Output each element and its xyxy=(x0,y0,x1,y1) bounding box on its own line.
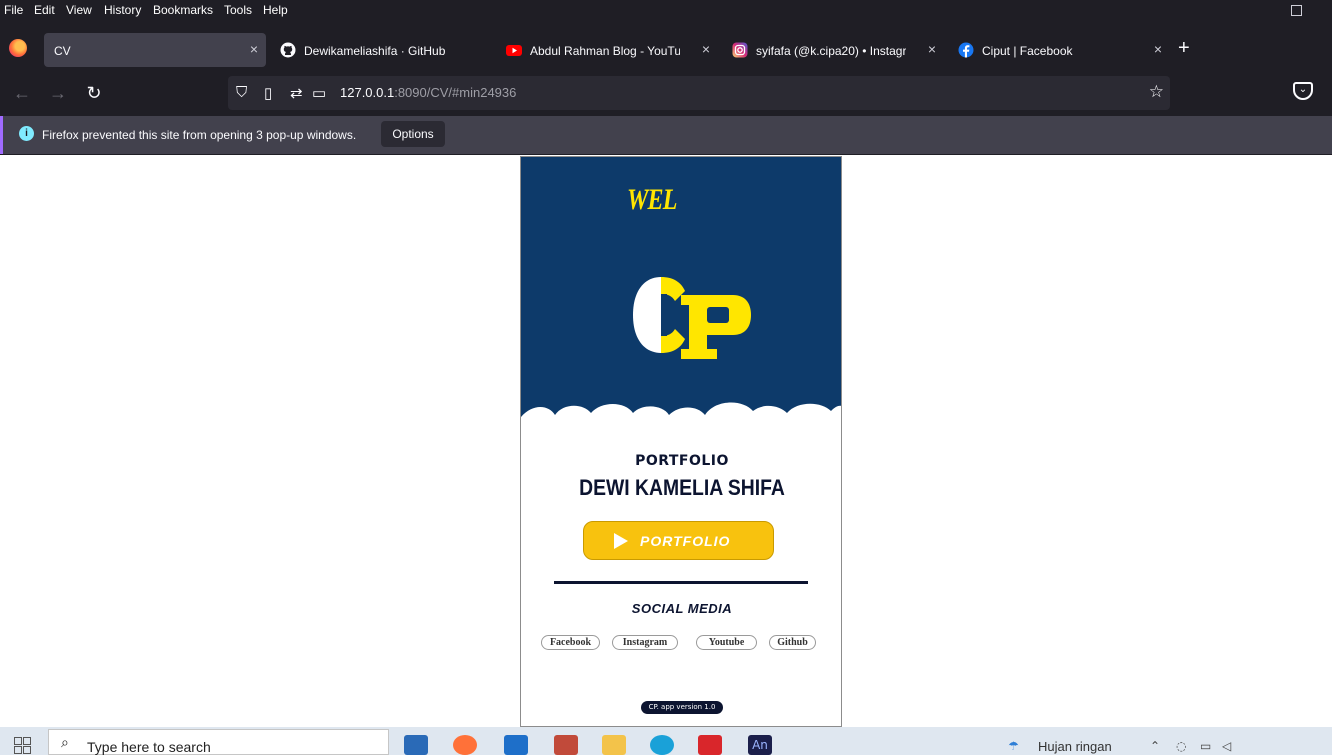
section-divider xyxy=(554,581,808,584)
options-button[interactable]: Options xyxy=(381,121,445,147)
close-icon[interactable]: × xyxy=(250,41,258,57)
weather-text[interactable]: Hujan ringan xyxy=(1038,739,1112,754)
owner-name: DEWI KAMELIA SHIFA xyxy=(579,475,785,500)
menu-history[interactable]: History xyxy=(104,3,141,17)
version-badge: CP. app version 1.0 xyxy=(641,701,723,714)
page-icon[interactable]: ▯ xyxy=(264,84,272,102)
close-icon[interactable]: × xyxy=(1154,41,1162,57)
forward-icon[interactable]: → xyxy=(46,81,70,105)
search-icon: ⌕ xyxy=(61,735,69,751)
menu-view[interactable]: View xyxy=(66,3,92,17)
portfolio-heading: PORTFOLIO xyxy=(635,453,729,469)
menu-bar: File Edit View History Bookmarks Tools H… xyxy=(0,0,1332,22)
tab-github[interactable]: Dewikameliashifa · GitHub xyxy=(270,33,492,67)
network-icon[interactable]: ◌ xyxy=(1176,739,1186,753)
tab-strip: CV × Dewikameliashifa · GitHub Abdul Rah… xyxy=(0,30,1332,70)
tab-instagram[interactable]: syifafa (@k.cipa20) • Instagram × xyxy=(722,33,944,67)
github-icon xyxy=(280,42,296,58)
navigation-bar: ← → ↻ ⛉ ▯ ⇄ ▭ 127.0.0.1:8090/CV/#min2493… xyxy=(0,72,1332,114)
firefox-app-icon[interactable] xyxy=(453,735,477,755)
firefox-logo-icon[interactable] xyxy=(9,39,27,57)
social-media-heading: SOCIAL MEDIA xyxy=(631,601,733,616)
tab-cv[interactable]: CV × xyxy=(44,33,266,67)
restore-window-icon[interactable] xyxy=(1291,5,1302,16)
taskbar: ⌕ Type here to search An ☂ Hujan ringan … xyxy=(0,727,1332,755)
taskbar-search[interactable]: ⌕ Type here to search xyxy=(48,729,389,755)
pocket-icon[interactable]: ⌄ xyxy=(1293,82,1313,100)
edge-app-icon[interactable] xyxy=(650,735,674,755)
popup-blocked-notification: i Firefox prevented this site from openi… xyxy=(0,116,1332,154)
tab-label: Dewikameliashifa · GitHub xyxy=(304,44,446,58)
youtube-link[interactable]: Youtube xyxy=(696,635,757,650)
menu-edit[interactable]: Edit xyxy=(34,3,55,17)
tab-label: CV xyxy=(54,44,71,58)
windows-start-icon[interactable] xyxy=(14,737,32,755)
browser-chrome: File Edit View History Bookmarks Tools H… xyxy=(0,0,1332,155)
file-explorer-icon[interactable] xyxy=(602,735,626,755)
search-placeholder: Type here to search xyxy=(87,739,211,755)
instagram-link[interactable]: Instagram xyxy=(612,635,678,650)
instagram-icon xyxy=(732,42,748,58)
animate-app-icon[interactable]: An xyxy=(748,735,772,755)
address-bar[interactable]: ⛉ ▯ ⇄ ▭ 127.0.0.1:8090/CV/#min24936 ☆ xyxy=(228,76,1170,110)
new-tab-button[interactable]: + xyxy=(1178,37,1190,60)
menu-help[interactable]: Help xyxy=(263,3,288,17)
portfolio-button[interactable]: PORTFOLIO xyxy=(583,521,774,560)
volume-icon[interactable]: ◁ xyxy=(1222,739,1231,753)
menu-tools[interactable]: Tools xyxy=(224,3,252,17)
facebook-link[interactable]: Facebook xyxy=(541,635,600,650)
facebook-icon xyxy=(958,42,974,58)
welcome-text: WEL xyxy=(627,183,677,216)
cloud-divider xyxy=(521,402,841,457)
portfolio-button-label: PORTFOLIO xyxy=(640,533,731,549)
weather-icon: ☂ xyxy=(1008,739,1019,753)
cp-logo xyxy=(633,277,751,359)
tab-label: Ciput | Facebook xyxy=(982,44,1073,58)
shield-icon[interactable]: ⛉ xyxy=(236,84,247,101)
menu-file[interactable]: File xyxy=(4,3,23,17)
close-icon[interactable]: × xyxy=(702,41,710,57)
url-path: :8090/CV/#min24936 xyxy=(394,85,517,100)
reload-icon[interactable]: ↻ xyxy=(82,81,106,105)
notification-message: Firefox prevented this site from opening… xyxy=(42,128,357,142)
mail-app-icon[interactable] xyxy=(504,735,528,755)
tab-youtube[interactable]: Abdul Rahman Blog - YouTube × xyxy=(496,33,718,67)
chevron-up-icon[interactable]: ⌃ xyxy=(1150,739,1160,753)
youtube-icon xyxy=(506,45,522,56)
tab-label: Abdul Rahman Blog - YouTube xyxy=(530,44,680,58)
game-app-icon[interactable] xyxy=(554,735,578,755)
tracking-icon[interactable]: ▭ xyxy=(312,84,326,102)
play-icon xyxy=(614,533,628,549)
bookmark-star-icon[interactable]: ☆ xyxy=(1149,82,1164,102)
back-icon[interactable]: ← xyxy=(10,81,34,105)
menu-bookmarks[interactable]: Bookmarks xyxy=(153,3,213,17)
url-host: 127.0.0.1 xyxy=(340,85,395,100)
tab-facebook[interactable]: Ciput | Facebook × xyxy=(948,33,1170,67)
url-text[interactable]: 127.0.0.1:8090/CV/#min24936 xyxy=(340,85,516,100)
portfolio-card: WEL PORTFOLIO DEWI KAMELIA SHIFA PORTFOL… xyxy=(520,156,842,727)
store-app-icon[interactable] xyxy=(404,735,428,755)
github-link[interactable]: Github xyxy=(769,635,816,650)
wps-app-icon[interactable] xyxy=(698,735,722,755)
battery-icon[interactable]: ▭ xyxy=(1200,739,1211,753)
permissions-icon[interactable]: ⇄ xyxy=(290,84,303,102)
tab-label: syifafa (@k.cipa20) • Instagram xyxy=(756,44,906,58)
close-icon[interactable]: × xyxy=(928,41,936,57)
info-icon: i xyxy=(19,126,34,141)
